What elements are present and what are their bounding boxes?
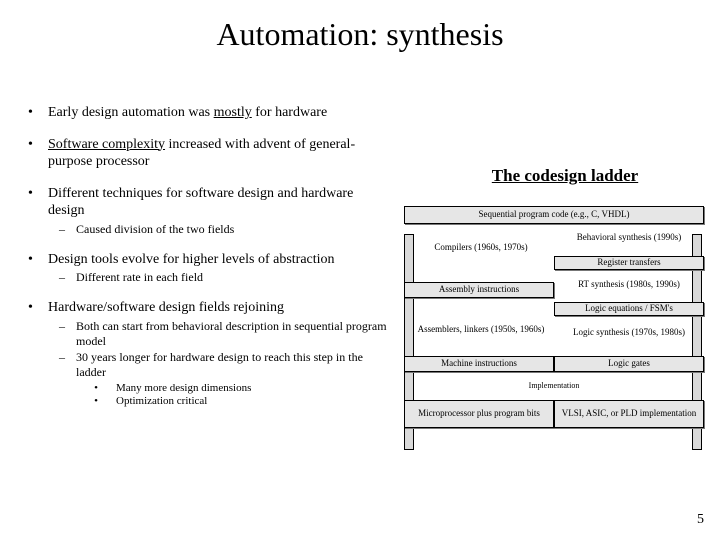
- ladder-left-rung-1: Assembly instructions: [404, 282, 554, 298]
- bullet-item: •Different techniques for software desig…: [28, 185, 388, 237]
- ladder-rung-top: Sequential program code (e.g., C, VHDL): [404, 206, 704, 224]
- bullet-text: Early design automation was mostly for h…: [48, 104, 388, 122]
- subsub-bullet-item: •Optimization critical: [76, 395, 388, 409]
- ladder-mid-label: Implementation: [524, 376, 584, 396]
- sub-bullet-item: –30 years longer for hardware design to …: [48, 350, 388, 410]
- page-number: 5: [697, 512, 704, 528]
- sub-bullet-text: Caused division of the two fields: [76, 222, 388, 237]
- ladder-left-rung-2: Machine instructions: [404, 356, 554, 372]
- bullet-text: Different techniques for software design…: [48, 185, 388, 237]
- bullet-item: •Early design automation was mostly for …: [28, 104, 388, 122]
- bullet-dot-icon: •: [28, 104, 48, 122]
- codesign-ladder-title: The codesign ladder: [440, 166, 690, 186]
- bullet-item: •Design tools evolve for higher levels o…: [28, 251, 388, 286]
- subsub-bullet-text: Optimization critical: [116, 395, 207, 409]
- dash-icon: –: [48, 319, 76, 349]
- ladder-left-rung-bottom: Microprocessor plus program bits: [404, 400, 554, 428]
- dash-icon: –: [48, 270, 76, 285]
- bullet-list: •Early design automation was mostly for …: [28, 104, 388, 423]
- sub-bullet-text: Different rate in each field: [76, 270, 388, 285]
- slide: Automation: synthesis •Early design auto…: [0, 0, 720, 540]
- slide-title: Automation: synthesis: [0, 16, 720, 53]
- sub-bullet-item: –Different rate in each field: [48, 270, 388, 285]
- sub-bullet-item: –Caused division of the two fields: [48, 222, 388, 237]
- bullet-item: •Hardware/software design fields rejoini…: [28, 299, 388, 409]
- subsub-bullet-item: •Many more design dimensions: [76, 382, 388, 396]
- ladder-right-rung-bottom: VLSI, ASIC, or PLD implementation: [554, 400, 704, 428]
- bullet-dot-icon: •: [28, 299, 48, 409]
- sub-bullet-text: 30 years longer for hardware design to r…: [76, 350, 388, 410]
- ladder-right-rung-1: Register transfers: [554, 256, 704, 270]
- ladder-gap-right-1: Behavioral synthesis (1990s): [564, 224, 694, 252]
- subsub-bullet-text: Many more design dimensions: [116, 382, 251, 396]
- bullet-text: Design tools evolve for higher levels of…: [48, 251, 388, 286]
- bullet-dot-icon: •: [28, 251, 48, 286]
- dash-icon: –: [48, 222, 76, 237]
- ladder-gap-left-3: Assemblers, linkers (1950s, 1960s): [416, 312, 546, 348]
- sub-bullet-item: –Both can start from behavioral descript…: [48, 319, 388, 349]
- bullet-dot-icon: •: [28, 136, 48, 171]
- bullet-dot-icon: •: [76, 395, 116, 409]
- ladder-right-rung-3: Logic gates: [554, 356, 704, 372]
- bullet-dot-icon: •: [28, 185, 48, 237]
- sub-bullet-text: Both can start from behavioral descripti…: [76, 319, 388, 349]
- bullet-item: •Software complexity increased with adve…: [28, 136, 388, 171]
- ladder-gap-left-1: Compilers (1960s, 1970s): [416, 228, 546, 268]
- bullet-text: Software complexity increased with adven…: [48, 136, 388, 171]
- bullet-dot-icon: •: [76, 382, 116, 396]
- ladder-right-rung-2: Logic equations / FSM's: [554, 302, 704, 316]
- ladder-gap-right-2: RT synthesis (1980s, 1990s): [564, 272, 694, 298]
- dash-icon: –: [48, 350, 76, 410]
- bullet-text: Hardware/software design fields rejoinin…: [48, 299, 388, 409]
- ladder-gap-right-3: Logic synthesis (1970s, 1980s): [564, 318, 694, 348]
- codesign-ladder: Sequential program code (e.g., C, VHDL) …: [404, 206, 704, 452]
